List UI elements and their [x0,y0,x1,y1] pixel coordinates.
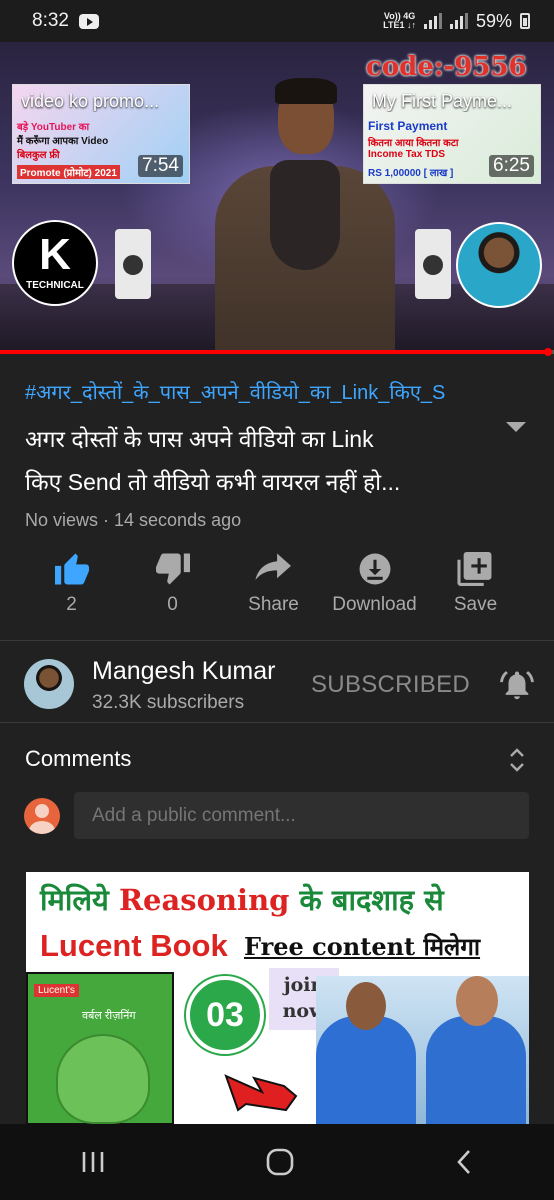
battery-percent: 59% [475,10,512,31]
endscreen-right-duration: 6:25 [489,155,534,177]
dislike-count: 0 [167,594,178,615]
download-button[interactable]: Download [324,552,425,632]
pointing-hand-icon [224,1074,298,1112]
logo-subtext: TECHNICAL [26,280,84,291]
thumb-text: Income Tax TDS [368,149,446,160]
logo-letter: K [39,230,71,279]
channel-name[interactable]: Mangesh Kumar [92,657,275,686]
status-bar: 8:32 Vo)) 4G LTE1 ↓↑ 59% [0,0,554,42]
divider [0,722,554,723]
video-frame-speaker [415,229,451,299]
headline-part: के बादशाह से [289,883,444,917]
thumb-text: मैं करूँगा आपका Video [17,136,109,147]
thumb-text: कितना आया कितना कटा [368,138,459,149]
video-hashtag-link[interactable]: #अगर_दोस्तों_के_पास_अपने_वीडियो_का_Link_… [25,378,530,405]
add-to-playlist-icon [456,552,491,586]
channel-avatar[interactable] [24,659,74,709]
action-row: 2 0 Share Download Save [0,552,554,632]
expand-comments-icon[interactable] [507,746,527,774]
home-icon[interactable] [265,1147,295,1177]
network-label-bottom: LTE1 ↓↑ [383,20,416,30]
system-navigation-bar [0,1124,554,1200]
book-brand: Lucent's [34,984,79,997]
divider [0,640,554,641]
save-button[interactable]: Save [425,552,526,632]
notification-bell-icon[interactable] [500,668,534,702]
comment-input[interactable] [74,792,529,839]
youtube-notification-icon [78,13,99,29]
download-label: Download [332,594,417,615]
signal-2-icon [449,13,468,29]
thumbs-up-icon [54,553,89,585]
share-icon [254,553,291,580]
dislike-button[interactable]: 0 [122,552,223,632]
thumb-text: RS 1,00000 [ लाख ] [368,168,454,179]
video-frame-speaker [115,229,151,299]
video-title-line: अगर दोस्तों के पास अपने वीडियो का Link [25,426,374,452]
recent-apps-icon[interactable] [80,1150,106,1174]
recommended-video-thumbnail[interactable]: मिलिये Reasoning के बादशाह से Lucent Boo… [26,872,529,1125]
expand-description-icon[interactable] [506,422,526,432]
battery-icon [520,13,530,29]
headline-highlight: Reasoning [118,883,290,917]
endscreen-video-right[interactable]: First Payment कितना आया कितना कटा Income… [363,84,541,184]
thumb-text: First Payment [368,119,448,133]
video-title[interactable]: अगर दोस्तों के पास अपने वीडियो का Link क… [25,418,485,504]
video-meta: No views · 14 seconds ago [25,510,242,530]
share-label: Share [248,594,299,615]
network-indicator: Vo)) 4G LTE1 ↓↑ [383,12,416,30]
thumbs-down-icon [155,553,190,585]
back-icon[interactable] [454,1148,474,1176]
thumbnail-book-cover: Lucent's वर्बल रीज़निंग [26,972,174,1125]
status-time: 8:32 [32,10,69,31]
video-title-line: किए Send तो वीडियो कभी वायरल नहीं हो... [25,469,401,495]
save-label: Save [453,594,498,615]
endscreen-left-title: video ko promo... [21,91,160,111]
thumbnail-subheadline-right: Free content मिलेगा [244,932,481,961]
subscribed-button[interactable]: SUBSCRIBED [311,671,470,699]
comments-heading[interactable]: Comments [25,746,131,772]
like-count: 2 [66,594,77,615]
download-icon [359,553,390,585]
like-button[interactable]: 2 [21,552,122,632]
endscreen-channel-avatar[interactable] [456,222,542,308]
user-avatar[interactable] [24,798,60,834]
channel-logo-watermark[interactable]: K TECHNICAL [12,220,98,306]
book-title: वर्बल रीज़निंग [82,1010,136,1022]
progress-fill [0,350,549,354]
video-player[interactable]: code:-9556 बड़े YouTuber का मैं करूँगा आ… [0,42,554,354]
channel-subscriber-count: 32.3K subscribers [92,692,245,713]
video-progress-bar[interactable] [0,348,554,356]
signal-1-icon [423,13,442,29]
thumb-text: बड़े YouTuber का [17,122,90,133]
share-button[interactable]: Share [223,552,324,632]
video-code-label: code:-9556 [366,52,527,82]
thumb-text: बिलकुल फ्री [17,150,60,161]
thumbnail-subheadline: Lucent Book [40,928,228,963]
thumbnail-presenters [316,976,529,1125]
headline-part: मिलिये [40,883,119,917]
endscreen-video-left[interactable]: बड़े YouTuber का मैं करूँगा आपका Video ब… [12,84,190,184]
thumbnail-episode-number: 03 [186,976,264,1054]
endscreen-left-duration: 7:54 [138,155,183,177]
progress-scrubber[interactable] [544,348,553,356]
endscreen-right-title: My First Payme... [372,91,513,111]
thumbnail-headline: मिलिये Reasoning के बादशाह से [40,880,444,919]
thumb-text: Promote (प्रोमोट) 2021 [17,165,120,179]
